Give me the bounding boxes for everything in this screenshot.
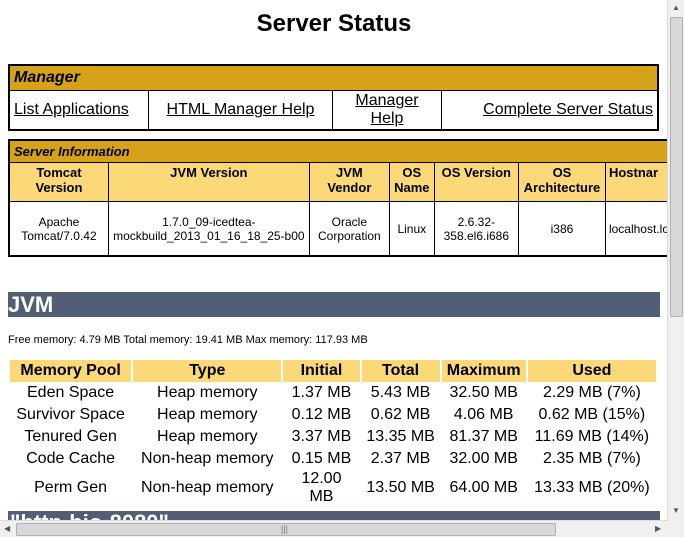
page-viewport: Server Status Manager List Applications … <box>0 0 668 521</box>
scroll-right-arrow-icon[interactable]: ▶ <box>655 524 661 533</box>
header-hostname: Hostnar <box>604 162 668 202</box>
pool-name: Perm Gen <box>34 479 108 496</box>
scroll-up-arrow-icon[interactable]: ▲ <box>672 3 680 12</box>
memory-pool-row: Code Cache Non-heap memory 0.15 MB 2.37 MB 3… <box>10 448 656 470</box>
pool-used: 11.69 MB (14%) <box>534 428 650 445</box>
complete-server-status-link[interactable]: Complete Server Status <box>483 101 653 118</box>
pool-maximum: 32.00 MB <box>449 450 518 467</box>
pool-total: 13.35 MB <box>366 428 435 445</box>
header-tomcat-version: Tomcat Version <box>8 162 109 202</box>
memory-pools-body: Eden Space Heap memory 1.37 MB 5.43 MB 32.50… <box>10 382 656 506</box>
manager-title: Manager <box>8 64 659 91</box>
pool-initial: 12.00 MB <box>301 470 342 505</box>
list-applications-link[interactable]: List Applications <box>14 101 129 118</box>
html-manager-help-link[interactable]: HTML Manager Help <box>167 101 315 118</box>
pool-initial: 1.37 MB <box>291 384 352 401</box>
pool-total: 0.62 MB <box>370 406 431 423</box>
header-jvm-vendor: JVM Vendor <box>308 162 390 202</box>
jvm-heading-text: JVM <box>8 292 54 317</box>
horizontal-scrollbar[interactable]: ◀ ||| ▶ <box>0 520 668 537</box>
pool-header-initial: Initial <box>283 360 360 382</box>
pool-total: 5.43 MB <box>370 384 431 401</box>
pool-name: Survivor Space <box>16 406 125 423</box>
page-title: Server Status <box>256 10 412 37</box>
pool-maximum: 32.50 MB <box>449 384 518 401</box>
pool-initial: 0.15 MB <box>291 450 352 467</box>
value-tomcat-version: Apache Tomcat/7.0.42 <box>8 201 109 257</box>
value-jvm-vendor: Oracle Corporation <box>308 201 390 257</box>
manager-table: Manager List Applications HTML Manager H… <box>8 64 659 131</box>
value-jvm-version: 1.7.0_09-icedtea-mockbuild_2013_01_16_18… <box>107 201 310 257</box>
pool-used: 2.35 MB (7%) <box>542 450 641 467</box>
memory-pools-table: Memory Pool Type Initial Total Maximum U… <box>8 360 658 506</box>
pool-maximum: 81.37 MB <box>449 428 518 445</box>
pool-header-maximum: Maximum <box>441 360 526 382</box>
server-information-title: Server Information <box>8 139 668 163</box>
memory-pool-row: Tenured Gen Heap memory 3.37 MB 13.35 MB 81.… <box>10 426 656 448</box>
header-os-architecture: OS Architecture <box>517 162 606 202</box>
pool-header-used: Used <box>527 360 656 382</box>
value-os-version: 2.6.32-358.el6.i686 <box>433 201 519 257</box>
vertical-scrollbar[interactable]: ▲ ▼ <box>667 0 684 521</box>
pool-header-type: Type <box>133 360 282 382</box>
pool-type: Heap memory <box>157 428 258 445</box>
pool-type: Non-heap memory <box>141 479 274 496</box>
jvm-heading: JVM <box>8 292 660 317</box>
pool-initial: 0.12 MB <box>291 406 352 423</box>
server-information-table: Server Information Tomcat Version JVM Ve… <box>8 139 668 257</box>
pool-maximum: 64.00 MB <box>449 479 518 496</box>
header-jvm-version: JVM Version <box>107 162 310 202</box>
pool-type: Heap memory <box>157 406 258 423</box>
scrollbar-corner <box>668 521 684 537</box>
pool-type: Non-heap memory <box>141 450 274 467</box>
memory-pool-row: Perm Gen Non-heap memory 12.00 MB 13.50 MB 6… <box>10 470 656 506</box>
memory-pool-row: Eden Space Heap memory 1.37 MB 5.43 MB 32.50… <box>10 382 656 404</box>
pool-header-total: Total <box>361 360 440 382</box>
pool-used: 2.29 MB (7%) <box>542 384 641 401</box>
pool-name: Eden Space <box>27 384 115 401</box>
pool-header-memory-pool: Memory Pool <box>10 360 132 382</box>
pool-name: Code Cache <box>26 450 116 467</box>
manager-help-link[interactable]: Manager Help <box>355 92 418 127</box>
pool-total: 2.37 MB <box>370 450 431 467</box>
value-os-name: Linux <box>388 201 435 257</box>
pool-maximum: 4.06 MB <box>453 406 514 423</box>
value-os-architecture: i386 <box>517 201 606 257</box>
memory-summary: Free memory: 4.79 MB Total memory: 19.41… <box>8 334 368 346</box>
header-os-version: OS Version <box>433 162 519 202</box>
pool-initial: 3.37 MB <box>291 428 352 445</box>
pool-used: 13.33 MB (20%) <box>534 479 650 496</box>
horizontal-scroll-thumb[interactable]: ||| <box>16 523 556 536</box>
scroll-down-arrow-icon[interactable]: ▼ <box>672 506 680 515</box>
vertical-scroll-thumb[interactable] <box>670 17 683 317</box>
pool-total: 13.50 MB <box>366 479 435 496</box>
scroll-left-arrow-icon[interactable]: ◀ <box>4 524 10 533</box>
scroll-grip-icon: ||| <box>281 524 289 534</box>
pool-type: Heap memory <box>157 384 258 401</box>
pool-used: 0.62 MB (15%) <box>538 406 646 423</box>
value-hostname: localhost.loca <box>604 201 668 257</box>
pool-name: Tenured Gen <box>24 428 117 445</box>
memory-pool-row: Survivor Space Heap memory 0.12 MB 0.62 MB 4… <box>10 404 656 426</box>
header-os-name: OS Name <box>388 162 435 202</box>
